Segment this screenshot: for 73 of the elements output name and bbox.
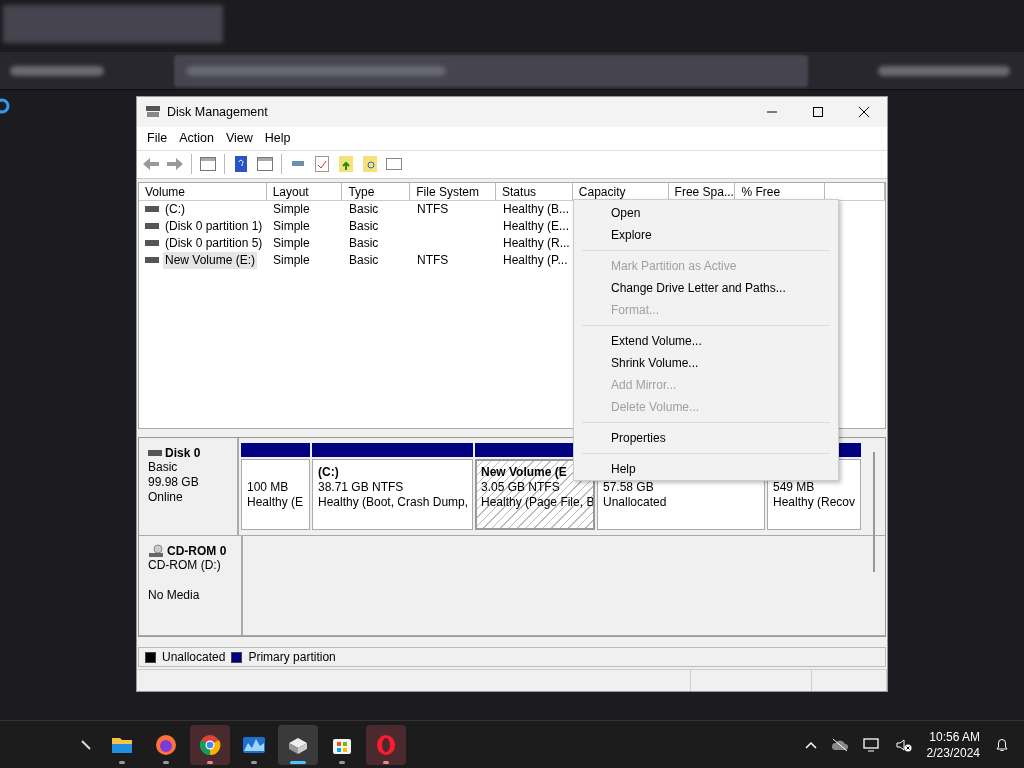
network-icon: [862, 736, 881, 753]
column-header[interactable]: Status: [496, 182, 573, 200]
cloud-off-icon: [830, 737, 849, 752]
table-cell: Simple: [273, 217, 310, 235]
table-cell: Simple: [273, 200, 310, 218]
chevron-up-icon: [804, 740, 817, 749]
menu-item[interactable]: Shrink Volume...: [574, 352, 838, 374]
column-header[interactable]: Volume: [139, 182, 267, 200]
table-cell: Healthy (R...: [503, 234, 570, 252]
notification-bell-icon: [994, 736, 1010, 753]
volume-list-item[interactable]: (Disk 0 partition 1): [163, 217, 265, 235]
maximize-icon: [813, 107, 823, 117]
column-header[interactable]: Layout: [266, 182, 343, 200]
volume-list-item[interactable]: (C:): [163, 200, 187, 218]
disk-status: Online: [148, 490, 184, 506]
drive-icon: [145, 223, 159, 230]
table-cell: Healthy (P...: [503, 251, 568, 269]
disk-size: 99.98 GB: [148, 475, 200, 491]
table-cell: Basic: [349, 234, 379, 252]
disk-type: Basic: [148, 460, 179, 476]
legend-label: Unallocated: [162, 650, 226, 665]
menu-item[interactable]: View: [219, 127, 259, 150]
disk-management-icon: [145, 105, 161, 119]
browser-icon: [374, 732, 398, 757]
folder-up-button[interactable]: [336, 154, 356, 175]
menu-item[interactable]: Properties: [574, 427, 838, 449]
column-header[interactable]: Type: [342, 182, 411, 200]
taskbar-app[interactable]: [190, 724, 230, 765]
column-header[interactable]: File System: [410, 182, 497, 200]
menu-item[interactable]: Action: [173, 127, 220, 150]
menu-item[interactable]: Open: [574, 202, 838, 224]
table-cell: NTFS: [417, 200, 449, 218]
legend-label: Primary partition: [248, 650, 336, 665]
disk-type: CD-ROM (D:): [148, 558, 222, 574]
disk-status: No Media: [148, 588, 201, 604]
table-cell: Healthy (E...: [503, 217, 570, 235]
drive-icon: [145, 206, 159, 213]
volume-list-item[interactable]: (Disk 0 partition 5): [163, 234, 265, 252]
scrollbar[interactable]: [873, 452, 875, 573]
table-cell: Basic: [349, 251, 379, 269]
clock-time[interactable]: 10:56 AM: [929, 728, 980, 745]
menu-item[interactable]: Change Drive Letter and Paths...: [574, 277, 838, 299]
taskbar-app[interactable]: [278, 724, 318, 765]
clock-date[interactable]: 2/23/2024: [926, 744, 980, 761]
pen-icon: [81, 739, 91, 750]
table-cell: Simple: [273, 234, 310, 252]
table-cell: Healthy (B...: [503, 200, 570, 218]
cd-drive-icon: [148, 544, 164, 559]
menu-item[interactable]: Explore: [574, 224, 838, 246]
menu-item[interactable]: File: [141, 127, 174, 150]
volume-muted-icon: [894, 736, 913, 753]
disk-name: CD-ROM 0: [167, 544, 227, 559]
disk-name: Disk 0: [165, 446, 201, 461]
table-cell: Basic: [349, 217, 379, 235]
table-cell: NTFS: [417, 251, 449, 269]
checklist-button[interactable]: [312, 154, 332, 175]
menu-item[interactable]: Help: [258, 127, 297, 150]
partition-block[interactable]: (C:) 38.71 GB NTFS Healthy (Boot, Crash Dump,: [312, 459, 473, 531]
partition-bar: [241, 443, 310, 458]
window-title: Disk Management: [167, 105, 269, 119]
volume-list-item[interactable]: New Volume (E:): [163, 251, 258, 269]
close-icon: [859, 107, 869, 117]
drive-icon: [148, 450, 162, 457]
table-cell: Basic: [349, 200, 379, 218]
ring-icon: [0, 96, 12, 116]
drive-icon: [145, 257, 159, 264]
browser-icon: [154, 732, 178, 757]
drive-icon: [145, 240, 159, 247]
partition-block[interactable]: 100 MB Healthy (E: [241, 459, 310, 531]
table-cell: Simple: [273, 251, 310, 269]
search-folder-button[interactable]: [360, 154, 380, 175]
browser-icon: [198, 732, 222, 757]
menu-item[interactable]: Extend Volume...: [574, 330, 838, 352]
